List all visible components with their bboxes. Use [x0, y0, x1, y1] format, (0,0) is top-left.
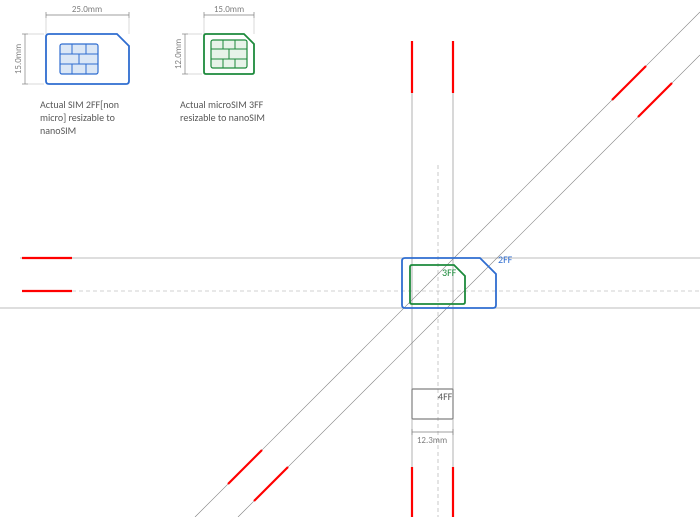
ref-2ff-group: 25.0mm 15.0mm Actual SIM 2FF[non micro] …: [13, 4, 129, 137]
dim-3ff-w-label: 15.0mm: [214, 4, 244, 15]
caption-3ff-l2: resizable to nanoSIM: [180, 111, 265, 124]
diag-red-lower-1: [228, 450, 262, 484]
diag-guide-2: [238, 55, 700, 517]
caption-3ff-l1: Actual microSIM 3FF: [180, 98, 264, 111]
tag-2ff: 2FF: [498, 253, 513, 266]
dim-2ff-h-label: 15.0mm: [13, 44, 24, 74]
diag-red-upper-1: [612, 66, 646, 100]
ref-3ff-group: 15.0mm 12.0mm Actual microSIM 3FF resiza…: [173, 4, 265, 124]
caption-2ff-l3: nanoSIM: [40, 124, 76, 137]
tag-3ff: 3FF: [442, 266, 457, 279]
dim-2ff-w-label: 25.0mm: [72, 4, 102, 15]
diag-red-lower-2: [254, 467, 288, 501]
tag-4ff: 4FF: [438, 390, 453, 403]
main-alignment-grid: [0, 12, 700, 517]
dim-3ff-h-label: 12.0mm: [173, 39, 184, 69]
diag-red-upper-2: [638, 83, 672, 117]
dim-nano-w-label: 12.3mm: [417, 435, 447, 446]
cutting-template-diagram: 25.0mm 15.0mm Actual SIM 2FF[non micro] …: [0, 0, 700, 517]
caption-2ff-l2: micro] resizable to: [40, 111, 115, 124]
caption-2ff-l1: Actual SIM 2FF[non: [40, 98, 119, 111]
center-card-overlay: 2FF 3FF: [402, 253, 513, 308]
nano-4ff-group: 4FF 12.3mm: [412, 389, 453, 446]
